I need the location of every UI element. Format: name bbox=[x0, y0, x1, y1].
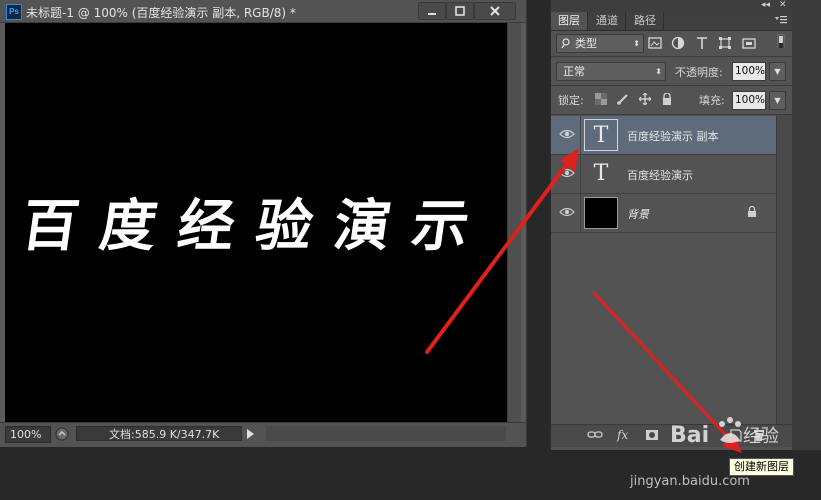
document-title-bar[interactable]: Ps 未标题-1 @ 100% (百度经验演示 副本, RGB/8) * bbox=[0, 0, 526, 23]
layer-filter-dropdown[interactable]: 类型 ⬍ bbox=[556, 34, 644, 53]
background-layer-thumbnail[interactable] bbox=[584, 197, 618, 229]
panel-menu-icon[interactable] bbox=[775, 15, 787, 25]
status-bar: 100% 文档:585.9 K/347.7K bbox=[0, 422, 526, 447]
new-layer-icon[interactable] bbox=[729, 429, 743, 442]
opacity-input[interactable]: 100% bbox=[732, 62, 766, 81]
opacity-label: 不透明度: bbox=[675, 66, 723, 79]
tab-layers[interactable]: 图层 bbox=[551, 12, 588, 30]
document-title: 未标题-1 @ 100% (百度经验演示 副本, RGB/8) * bbox=[26, 6, 296, 20]
opacity-dropdown-button[interactable]: ▼ bbox=[769, 62, 786, 81]
lock-position-icon[interactable] bbox=[639, 93, 651, 105]
maximize-button[interactable] bbox=[446, 2, 474, 20]
lock-icon bbox=[748, 206, 756, 217]
layer-name[interactable]: 百度经验演示 bbox=[627, 167, 693, 183]
filter-toggle-icon[interactable] bbox=[776, 34, 790, 48]
divider bbox=[580, 155, 581, 193]
shape-filter-icon[interactable] bbox=[718, 36, 732, 50]
lock-all-icon[interactable] bbox=[661, 93, 673, 105]
document-size-info[interactable]: 文档:585.9 K/347.7K bbox=[76, 426, 242, 441]
layer-row-text[interactable]: T 百度经验演示 bbox=[551, 155, 776, 194]
panel-close-icon[interactable]: ✕ bbox=[779, 0, 787, 10]
divider bbox=[580, 116, 581, 154]
tab-paths[interactable]: 路径 bbox=[627, 12, 664, 30]
layers-scrollbar[interactable] bbox=[776, 115, 793, 425]
fill-label: 填充: bbox=[699, 94, 725, 107]
close-button[interactable] bbox=[474, 2, 516, 20]
divider bbox=[580, 194, 581, 232]
canvas-text-layer: 百度经验演示 bbox=[17, 193, 496, 259]
text-layer-thumbnail[interactable]: T bbox=[584, 119, 618, 151]
horizontal-scrollbar[interactable] bbox=[266, 426, 506, 441]
type-filter-icon[interactable] bbox=[695, 36, 709, 50]
layers-panel-toolbar: fx bbox=[551, 424, 792, 447]
minimize-button[interactable] bbox=[418, 2, 446, 20]
blend-mode-dropdown[interactable]: 正常 ⬍ bbox=[556, 62, 666, 81]
chevron-updown-icon: ⬍ bbox=[655, 67, 662, 76]
search-icon bbox=[561, 38, 570, 49]
smart-object-filter-icon[interactable] bbox=[742, 36, 756, 50]
eye-icon[interactable] bbox=[559, 128, 575, 140]
eye-icon[interactable] bbox=[559, 206, 575, 218]
close-icon bbox=[490, 6, 500, 16]
panel-dock-edge bbox=[792, 0, 821, 450]
layer-name[interactable]: 百度经验演示 副本 bbox=[627, 128, 719, 144]
divider bbox=[551, 85, 792, 86]
add-mask-icon[interactable] bbox=[645, 429, 659, 441]
layer-row-text-copy[interactable]: T 百度经验演示 副本 bbox=[551, 116, 776, 155]
divider bbox=[551, 56, 792, 57]
pixel-filter-icon[interactable] bbox=[648, 36, 662, 50]
vertical-scrollbar[interactable] bbox=[507, 23, 521, 422]
minimize-icon bbox=[428, 13, 436, 15]
link-layers-icon[interactable] bbox=[587, 429, 603, 441]
lock-image-pixels-icon[interactable] bbox=[617, 93, 629, 105]
layer-row-background[interactable]: 背景 bbox=[551, 194, 776, 233]
blend-mode-value: 正常 bbox=[563, 65, 585, 78]
document-canvas[interactable]: 百度经验演示 bbox=[5, 23, 507, 422]
eye-icon[interactable] bbox=[559, 167, 575, 179]
maximize-icon bbox=[455, 6, 465, 16]
panel-header-bar: ◂◂ ✕ bbox=[551, 0, 792, 12]
text-layer-thumbnail[interactable]: T bbox=[584, 158, 618, 190]
tab-channels[interactable]: 通道 bbox=[589, 12, 626, 30]
panel-tabs: 图层 通道 路径 bbox=[551, 12, 792, 31]
collapse-icon[interactable]: ◂◂ bbox=[761, 0, 770, 10]
layer-style-button[interactable]: fx bbox=[617, 428, 628, 442]
adjustment-filter-icon[interactable] bbox=[671, 36, 685, 50]
layers-panel: ◂◂ ✕ 图层 通道 路径 类型 ⬍ 正常 ⬍ 不透明度: 100% ▼ 锁定:… bbox=[550, 0, 793, 450]
divider bbox=[551, 114, 792, 115]
layer-name[interactable]: 背景 bbox=[627, 206, 649, 222]
trash-icon[interactable] bbox=[753, 429, 765, 442]
export-icon[interactable] bbox=[55, 427, 69, 441]
lock-transparent-pixels-icon[interactable] bbox=[595, 93, 607, 105]
fill-dropdown-button[interactable]: ▼ bbox=[769, 91, 786, 110]
status-menu-arrow-icon[interactable] bbox=[247, 429, 254, 439]
chevron-updown-icon: ⬍ bbox=[633, 39, 640, 48]
photoshop-icon: Ps bbox=[6, 4, 22, 20]
new-layer-tooltip: 创建新图层 bbox=[729, 458, 794, 476]
fill-input[interactable]: 100% bbox=[732, 91, 766, 110]
lock-label: 锁定: bbox=[558, 94, 584, 107]
watermark-url: jingyan.baidu.com bbox=[630, 474, 750, 489]
filter-kind-value: 类型 bbox=[575, 37, 597, 50]
zoom-level-field[interactable]: 100% bbox=[5, 426, 51, 443]
document-window: Ps 未标题-1 @ 100% (百度经验演示 副本, RGB/8) * 百度经… bbox=[0, 0, 527, 447]
